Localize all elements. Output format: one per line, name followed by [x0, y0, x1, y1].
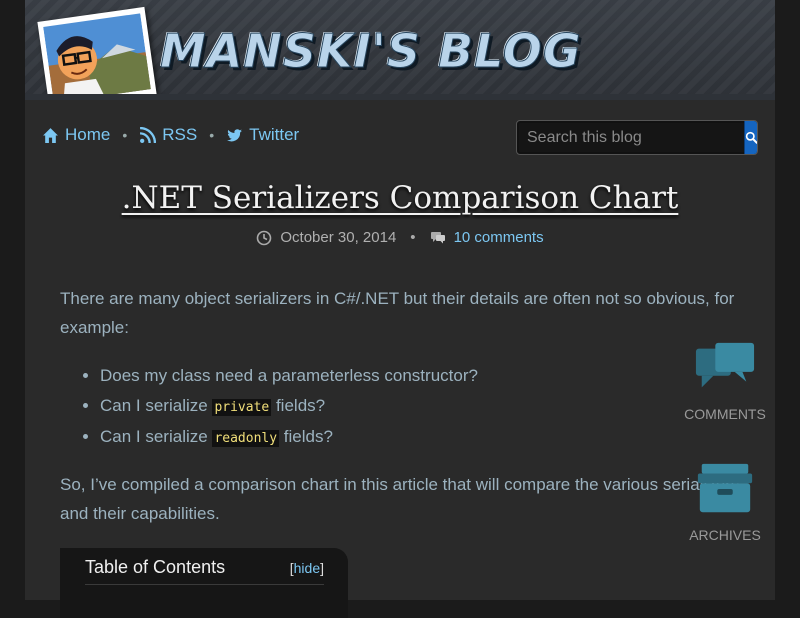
- code-private: private: [212, 399, 271, 416]
- site-header: MANSKI'S BLOG: [25, 0, 775, 100]
- post-meta: October 30, 2014 • 10 comments: [25, 229, 775, 246]
- toc-hide-toggle: [hide]: [290, 560, 324, 576]
- archive-box-icon: [694, 461, 756, 517]
- twitter-icon: [226, 127, 243, 144]
- comments-icon: [694, 340, 756, 396]
- nav-twitter-label: Twitter: [249, 125, 299, 145]
- list-item-text: Does my class need a parameterless const…: [100, 366, 478, 385]
- search-icon: [745, 131, 758, 144]
- search-box: [516, 120, 758, 155]
- header-zigzag-edge: [25, 94, 775, 100]
- list-item-text: fields?: [279, 427, 333, 446]
- post-title[interactable]: .NET Serializers Comparison Chart: [25, 180, 775, 216]
- post-content: There are many object serializers in C#/…: [60, 284, 745, 528]
- question-list: Does my class need a parameterless const…: [60, 361, 745, 454]
- toc-divider: [85, 584, 324, 585]
- list-item-text: fields?: [271, 396, 325, 415]
- comments-icon: [430, 230, 446, 246]
- post-date: October 30, 2014: [280, 229, 396, 246]
- meta-separator: •: [410, 229, 415, 246]
- nav-home-link[interactable]: Home: [42, 125, 110, 145]
- list-item: Can I serialize private fields?: [100, 391, 745, 423]
- clock-icon: [256, 230, 272, 246]
- search-button[interactable]: [744, 121, 758, 154]
- side-archives-widget[interactable]: ARCHIVES: [675, 461, 775, 543]
- nav-rss-label: RSS: [162, 125, 197, 145]
- list-item: Can I serialize readonly fields?: [100, 422, 745, 454]
- avatar-logo[interactable]: [37, 7, 156, 100]
- main-nav: Home • RSS • Twitter: [42, 125, 299, 145]
- post-outro: So, I’ve compiled a comparison chart in …: [60, 470, 745, 528]
- site-title[interactable]: MANSKI'S BLOG: [160, 24, 582, 78]
- toc-title: Table of Contents: [85, 557, 225, 578]
- list-item-text: Can I serialize: [100, 396, 212, 415]
- rss-icon: [139, 127, 156, 144]
- side-comments-label: COMMENTS: [675, 406, 775, 422]
- nav-home-label: Home: [65, 125, 110, 145]
- table-of-contents: Table of Contents [hide]: [60, 548, 348, 618]
- code-readonly: readonly: [212, 430, 279, 447]
- toc-hide-link[interactable]: hide: [294, 560, 320, 576]
- toc-bracket: ]: [320, 560, 324, 576]
- nav-separator: •: [209, 127, 214, 143]
- side-comments-widget[interactable]: COMMENTS: [675, 340, 775, 422]
- home-icon: [42, 127, 59, 144]
- page: MANSKI'S BLOG Home • RSS • Twitter .NET …: [25, 0, 775, 600]
- comments-link[interactable]: 10 comments: [454, 229, 544, 246]
- list-item-text: Can I serialize: [100, 427, 212, 446]
- post-intro: There are many object serializers in C#/…: [60, 284, 745, 342]
- search-input[interactable]: [517, 121, 744, 154]
- side-archives-label: ARCHIVES: [675, 527, 775, 543]
- nav-separator: •: [122, 127, 127, 143]
- nav-twitter-link[interactable]: Twitter: [226, 125, 299, 145]
- nav-rss-link[interactable]: RSS: [139, 125, 197, 145]
- list-item: Does my class need a parameterless const…: [100, 361, 745, 391]
